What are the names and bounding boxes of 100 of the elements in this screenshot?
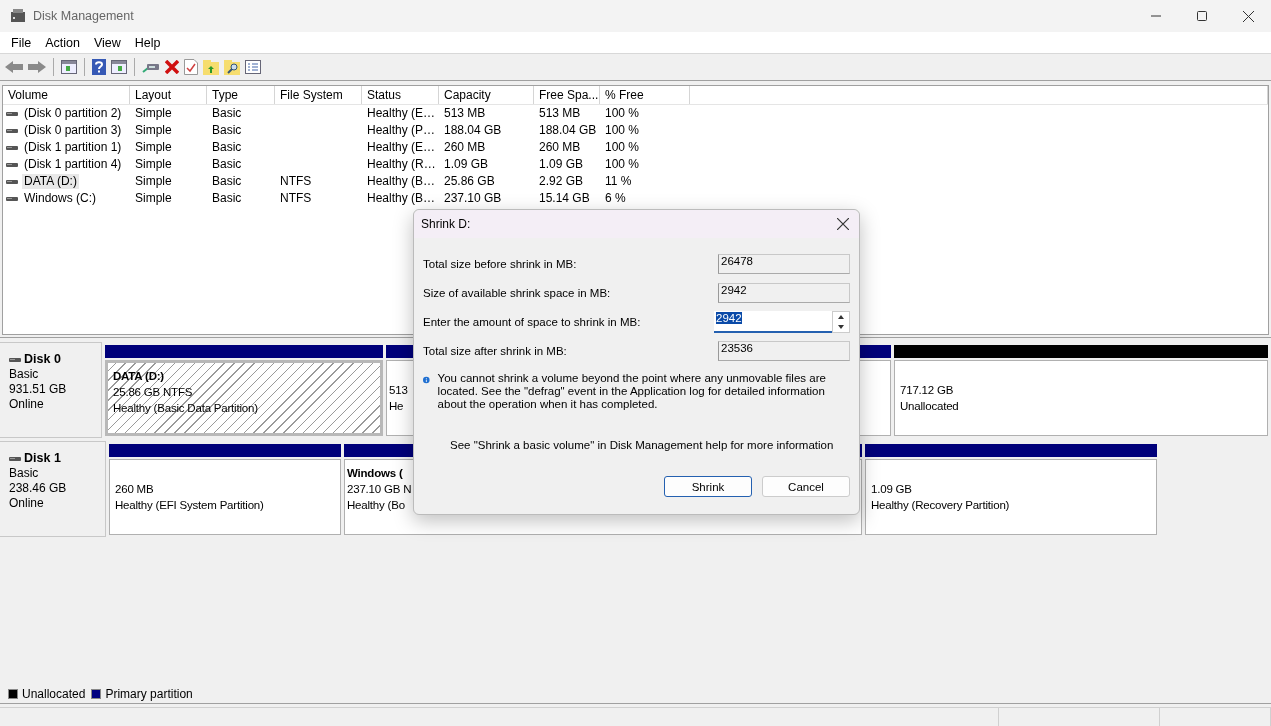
table-cell-text: 1.09 GB (538, 157, 585, 172)
disk-info-panel[interactable]: Disk 1 Basic 238.46 GB Online (0, 441, 106, 537)
drive-icon (6, 161, 18, 168)
partition-detail: Healthy (Recovery Partition) (871, 498, 1010, 513)
table-cell-text: 100 % (604, 106, 641, 121)
partition-detail: Healthy (Basic Data Partition) (113, 401, 258, 416)
dialog-button[interactable]: Shrink (664, 476, 752, 497)
back-arrow-icon[interactable] (5, 60, 23, 74)
field-label: Size of available shrink space in MB: (423, 286, 611, 299)
column-header[interactable]: Layout (130, 86, 207, 104)
table-cell-text: Healthy (B… (366, 191, 437, 206)
partition-block[interactable]: DATA (D:) 25.86 GB NTFS Healthy (Basic Data Partition) (105, 360, 383, 436)
partition-detail: Healthy (EFI System Partition) (115, 498, 264, 513)
field-label: Total size before shrink in MB: (423, 257, 577, 270)
panel-icon[interactable] (61, 60, 77, 74)
disk-status: Online (9, 496, 45, 511)
drive-icon (6, 110, 18, 117)
drive-icon (6, 178, 18, 185)
partition-detail: He (389, 399, 404, 414)
drive-icon (6, 127, 18, 134)
volume-name[interactable]: DATA (D:) (22, 174, 79, 189)
table-cell-text: 513 MB (443, 106, 487, 121)
table-cell-text: Simple (134, 106, 173, 121)
table-cell-text: Simple (134, 140, 173, 155)
column-header[interactable]: Status (362, 86, 439, 104)
partition-detail: 25.86 GB NTFS (113, 385, 193, 400)
table-cell-text: 100 % (604, 123, 641, 138)
partition-detail: Unallocated (900, 399, 959, 414)
close-icon[interactable] (837, 218, 849, 230)
table-cell-text: 6 % (604, 191, 627, 206)
table-cell-text: Simple (134, 191, 173, 206)
disk-type: Basic (9, 466, 40, 481)
readonly-field: 26478 (718, 253, 850, 274)
table-cell-text: 260 MB (443, 140, 487, 155)
table-cell-text: 237.10 GB (443, 191, 503, 206)
readonly-field: 2942 (718, 282, 850, 303)
volume-name[interactable]: (Disk 0 partition 3) (22, 123, 124, 138)
table-cell-text: Simple (134, 174, 173, 189)
menu-item[interactable]: Help (127, 35, 168, 50)
disk-size: 931.51 GB (9, 382, 68, 397)
menu-item[interactable]: View (86, 35, 128, 50)
table-cell-text: Basic (211, 157, 243, 172)
folder-up-icon[interactable] (203, 59, 219, 75)
disk-name: Disk 0 (24, 352, 61, 367)
column-header[interactable]: Type (207, 86, 275, 104)
menu-item[interactable]: File (4, 35, 39, 50)
partition-block[interactable]: 717.12 GB Unallocated (894, 360, 1268, 436)
checklist-icon[interactable] (184, 59, 198, 75)
readonly-field: 23536 (718, 340, 850, 361)
table-cell-text: Basic (211, 106, 243, 121)
partition-detail: 513 (389, 383, 408, 398)
help-text: See "Shrink a basic volume" in Disk Management help for more information (450, 439, 835, 451)
table-cell-text: Basic (211, 123, 243, 138)
partition-name: Windows ( (347, 466, 403, 481)
help-icon[interactable] (92, 59, 106, 75)
dialog-title: Shrink D: (421, 217, 471, 231)
maximize-icon[interactable] (1197, 11, 1207, 21)
volume-name[interactable]: (Disk 1 partition 4) (22, 157, 124, 172)
panel-icon[interactable] (111, 60, 127, 74)
table-cell-text: 100 % (604, 157, 641, 172)
legend-label: Primary partition (105, 687, 193, 701)
column-header[interactable]: File System (275, 86, 362, 104)
partition-detail: 237.10 GB N (347, 482, 412, 497)
disk-info-panel[interactable]: Disk 0 Basic 931.51 GB Online (0, 342, 102, 438)
volume-name[interactable]: Windows (C:) (22, 191, 98, 206)
legend-label: Unallocated (22, 687, 86, 701)
table-cell-text: Simple (134, 157, 173, 172)
table-cell-text: 1.09 GB (443, 157, 490, 172)
column-header[interactable]: Volume (3, 86, 130, 104)
partition-block[interactable]: 260 MB Healthy (EFI System Partition) (109, 459, 341, 535)
shrink-amount-field[interactable]: 2942 (714, 310, 832, 333)
spin-buttons[interactable] (832, 310, 850, 333)
table-cell-text: 513 MB (538, 106, 582, 121)
partition-detail: 260 MB (115, 482, 154, 497)
table-cell-text: Simple (134, 123, 173, 138)
partition-block[interactable]: 1.09 GB Healthy (Recovery Partition) (865, 459, 1157, 535)
delete-icon[interactable] (165, 60, 179, 74)
partition-detail: 717.12 GB (900, 383, 954, 398)
column-header[interactable]: Capacity (439, 86, 534, 104)
table-cell-text: Basic (211, 191, 243, 206)
partition-detail: 1.09 GB (871, 482, 912, 497)
folder-search-icon[interactable] (224, 59, 240, 75)
table-cell-text: 260 MB (538, 140, 582, 155)
table-cell-text: 15.14 GB (538, 191, 591, 206)
forward-arrow-icon[interactable] (28, 60, 46, 74)
app-icon (10, 9, 26, 23)
disk-name: Disk 1 (24, 451, 61, 466)
list-icon[interactable] (245, 60, 261, 74)
menu-item[interactable]: Action (38, 35, 87, 50)
drive-icon (6, 144, 18, 151)
volume-name[interactable]: (Disk 1 partition 1) (22, 140, 124, 155)
table-cell-text: NTFS (279, 191, 313, 206)
column-header[interactable]: Free Spa... (534, 86, 600, 104)
close-icon[interactable] (1242, 10, 1254, 22)
volume-name[interactable]: (Disk 0 partition 2) (22, 106, 124, 121)
table-cell-text: Healthy (R… (366, 157, 437, 172)
dialog-button[interactable]: Cancel (762, 476, 850, 497)
column-header[interactable]: % Free (600, 86, 690, 104)
partition-name: DATA (D:) (113, 369, 164, 384)
table-cell-text: 188.04 GB (443, 123, 503, 138)
